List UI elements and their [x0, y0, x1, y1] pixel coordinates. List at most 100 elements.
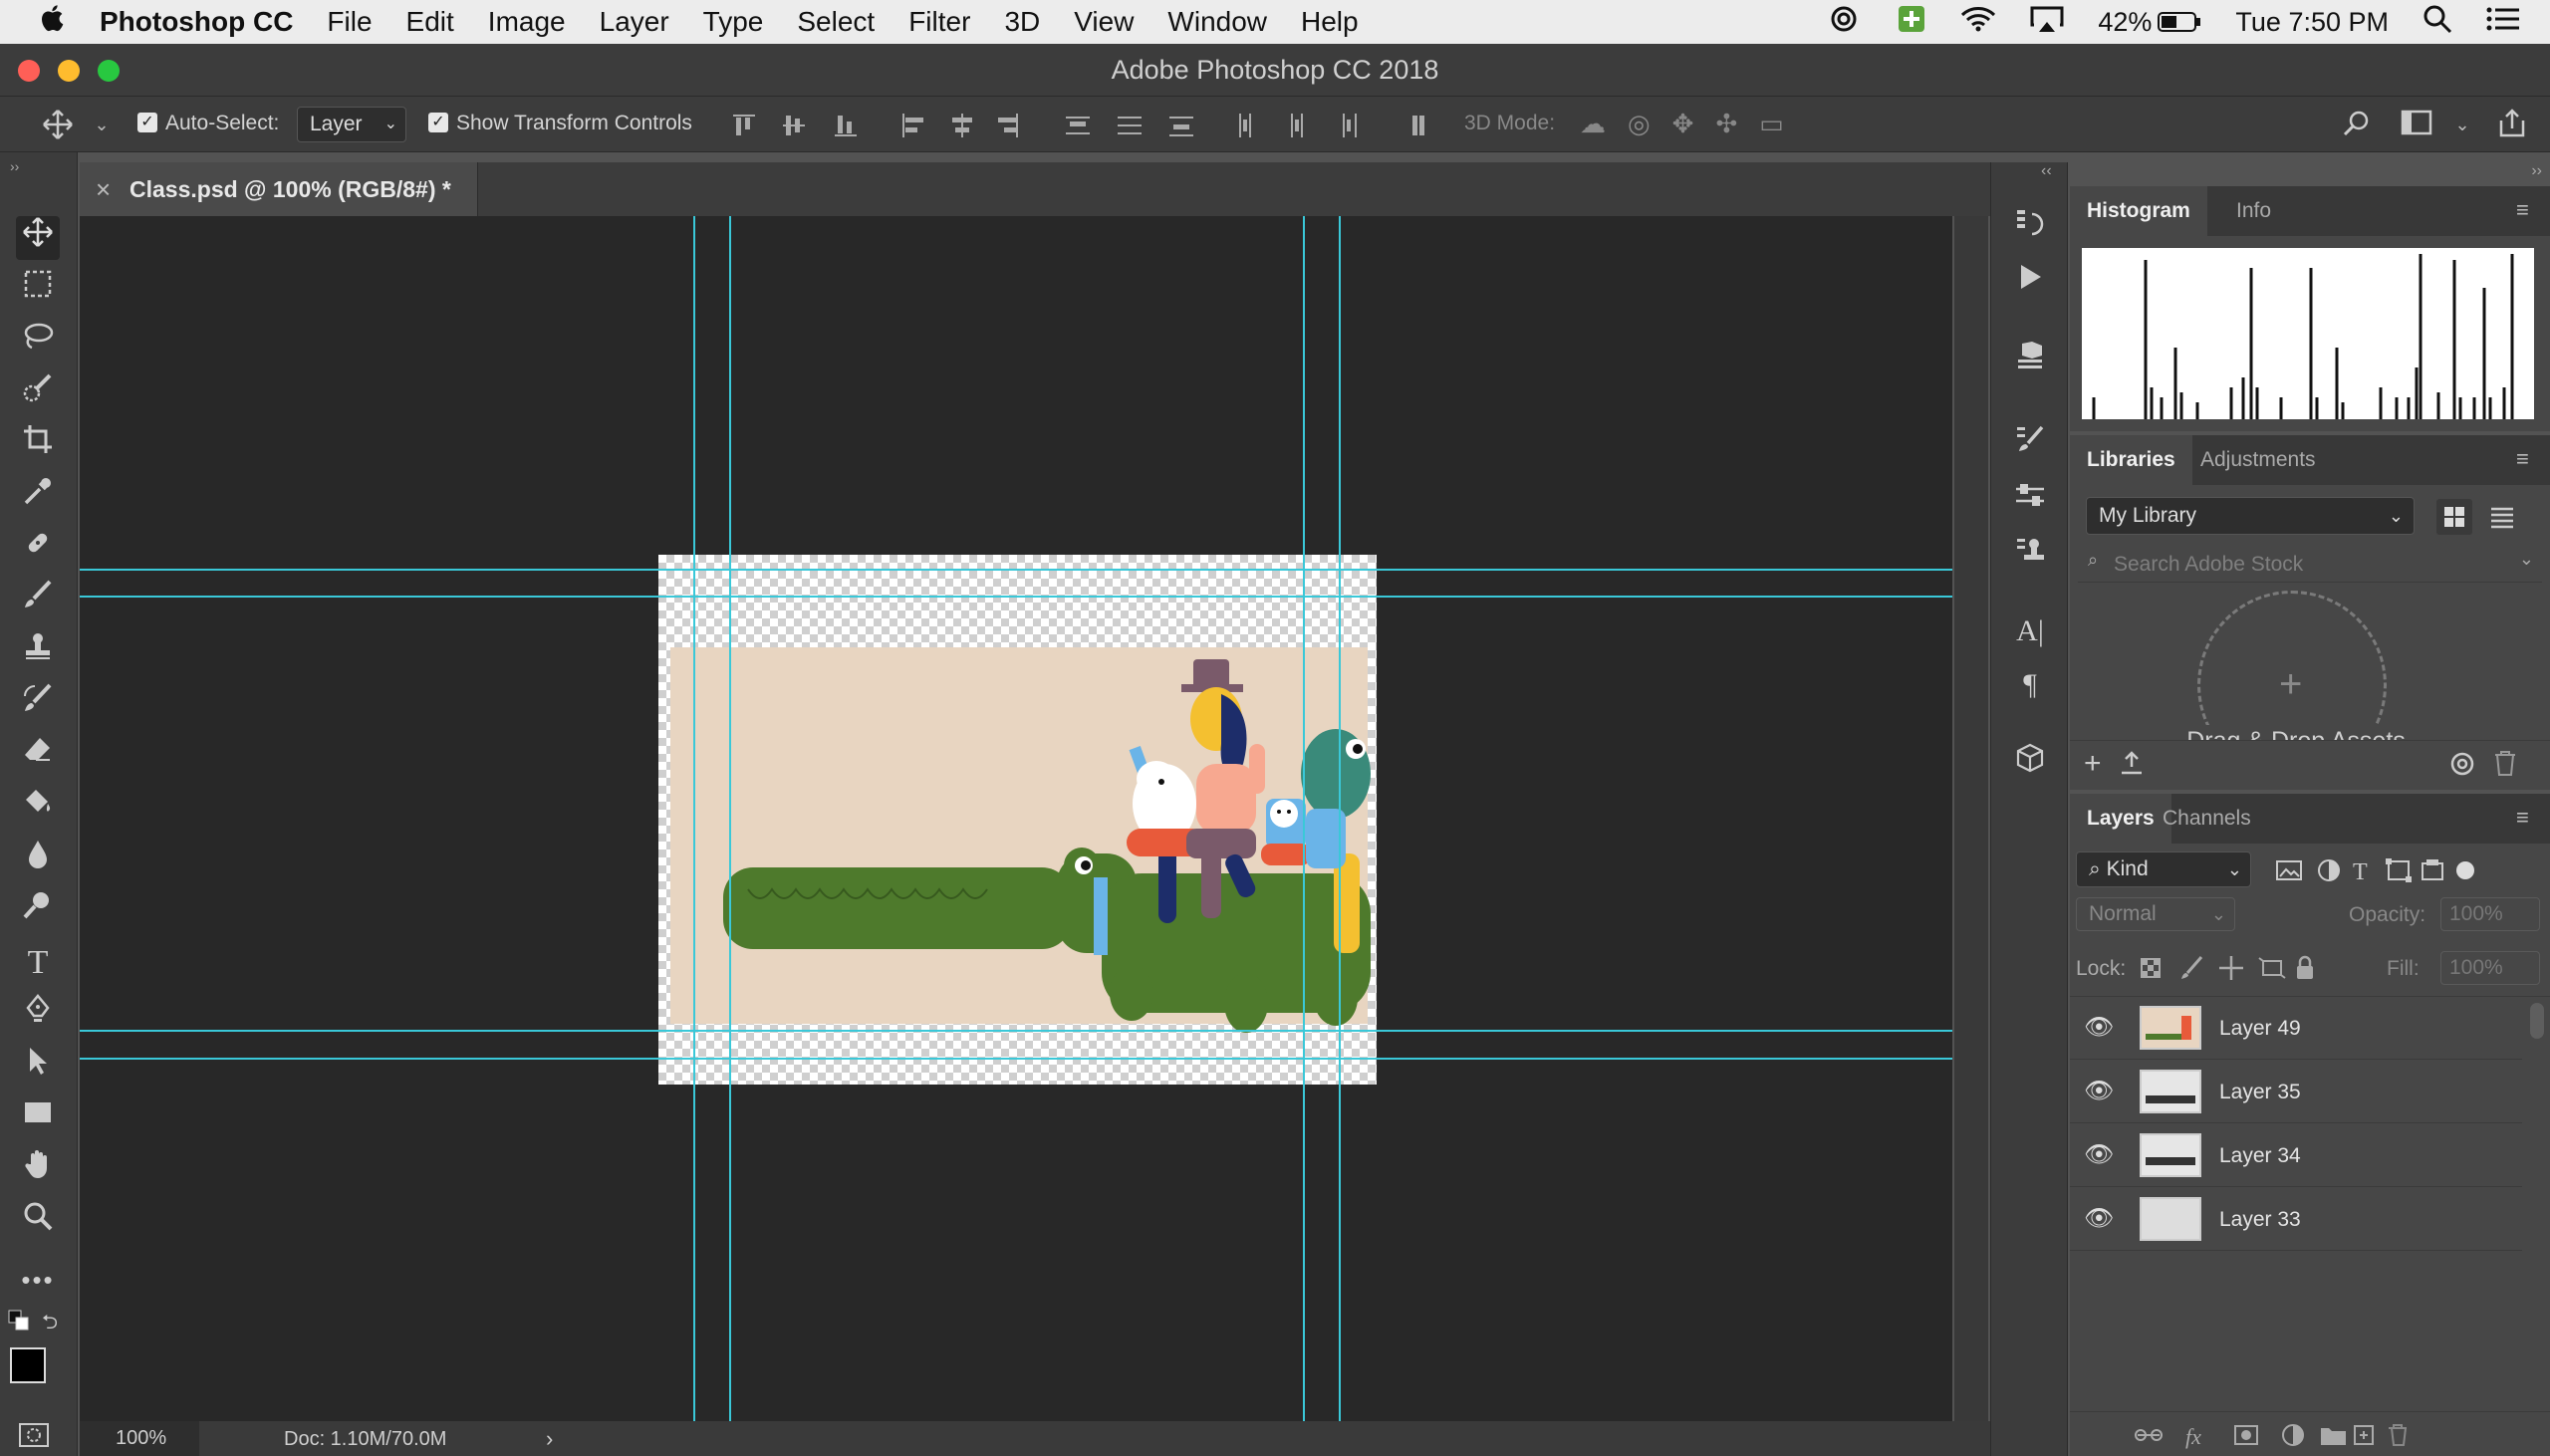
layer-row[interactable]: 👁 Layer 33 — [2070, 1188, 2522, 1251]
paint-bucket-tool-icon[interactable] — [16, 786, 60, 830]
clock[interactable]: Tue 7:50 PM — [2235, 7, 2389, 38]
layers-scrollbar[interactable] — [2524, 997, 2550, 1409]
character-panel-icon[interactable]: A| — [2009, 610, 2051, 652]
workspace-chevron-down-icon[interactable]: ⌄ — [2446, 109, 2478, 140]
move-tool-icon[interactable] — [16, 216, 60, 260]
menu-type[interactable]: Type — [703, 6, 764, 38]
creative-cloud-icon[interactable] — [1825, 6, 1863, 39]
menu-3d[interactable]: 3D — [1004, 6, 1040, 38]
close-tab-icon[interactable]: × — [96, 162, 111, 216]
menu-filter[interactable]: Filter — [908, 6, 970, 38]
hand-tool-icon[interactable] — [16, 1148, 60, 1192]
crop-tool-icon[interactable] — [16, 423, 60, 467]
menu-window[interactable]: Window — [1167, 6, 1267, 38]
guide-vertical[interactable] — [1339, 216, 1341, 1421]
notification-center-icon[interactable] — [2486, 6, 2520, 39]
swap-colors-icon[interactable]: ⮌ — [42, 1308, 66, 1334]
rectangle-tool-icon[interactable] — [16, 1096, 60, 1140]
opacity-field[interactable]: 100% — [2440, 897, 2540, 931]
3d-mode-icons[interactable]: ☁◎✥✣▭ — [1580, 109, 1829, 140]
airplay-icon[interactable] — [2030, 5, 2064, 40]
blur-tool-icon[interactable] — [16, 838, 60, 881]
pen-tool-icon[interactable] — [16, 993, 60, 1037]
visibility-eye-icon[interactable]: 👁 — [2084, 1079, 2114, 1104]
layer-row[interactable]: 👁 Layer 49 — [2070, 997, 2522, 1060]
move-tool-preset-icon[interactable] — [42, 109, 74, 140]
dodge-tool-icon[interactable] — [16, 889, 60, 933]
battery-status[interactable]: 42% — [2098, 7, 2201, 38]
history-brush-tool-icon[interactable] — [16, 682, 60, 726]
quick-select-tool-icon[interactable] — [16, 371, 60, 415]
search-icon[interactable] — [2341, 109, 2373, 140]
guide-horizontal[interactable] — [80, 596, 1952, 598]
more-tools-icon[interactable]: ••• — [16, 1258, 60, 1302]
wifi-icon[interactable] — [1960, 6, 1996, 39]
marquee-tool-icon[interactable] — [16, 268, 60, 312]
layer-row[interactable]: 👁 Layer 34 — [2070, 1124, 2522, 1187]
visibility-eye-icon[interactable]: 👁 — [2084, 1206, 2114, 1232]
healing-brush-tool-icon[interactable] — [16, 527, 60, 571]
upload-icon[interactable] — [2118, 749, 2146, 782]
add-library-icon[interactable]: + — [2084, 747, 2102, 781]
visibility-eye-icon[interactable]: 👁 — [2084, 1015, 2114, 1041]
menu-edit[interactable]: Edit — [406, 6, 454, 38]
default-colors-icon[interactable] — [8, 1310, 30, 1332]
panel-menu-icon[interactable]: ≡ — [2516, 807, 2538, 829]
library-dropdown[interactable]: My Library ⌄ — [2086, 497, 2415, 535]
menu-file[interactable]: File — [327, 6, 372, 38]
preset-chevron-down-icon[interactable]: ⌄ — [86, 109, 118, 140]
3d-panel-icon[interactable] — [2009, 340, 2051, 381]
guide-horizontal[interactable] — [80, 1058, 1952, 1060]
actions-play-icon[interactable] — [2009, 262, 2051, 304]
collapse-toolbar-icon[interactable]: ›› — [10, 158, 19, 174]
layer-row[interactable]: 👁 Layer 35 — [2070, 1061, 2522, 1123]
collapse-strip-icon[interactable]: ‹‹ — [2041, 162, 2052, 180]
apple-menu-icon[interactable] — [40, 4, 64, 40]
tab-histogram[interactable]: Histogram — [2070, 186, 2207, 236]
layer-kind-filter[interactable]: ⌕ Kind ⌄ — [2076, 851, 2251, 887]
brush-tool-icon[interactable] — [16, 579, 60, 622]
chevron-down-icon[interactable]: ⌄ — [2519, 549, 2534, 570]
clone-stamp-tool-icon[interactable] — [16, 630, 60, 674]
share-icon[interactable] — [2496, 109, 2528, 140]
app-menu[interactable]: Photoshop CC — [100, 6, 293, 38]
type-tool-icon[interactable]: T — [16, 941, 60, 985]
visibility-eye-icon[interactable]: 👁 — [2084, 1142, 2114, 1168]
grid-view-icon[interactable] — [2436, 499, 2472, 535]
brush-settings-icon[interactable] — [2009, 423, 2051, 465]
tab-libraries[interactable]: Libraries — [2070, 435, 2192, 485]
list-view-icon[interactable] — [2484, 499, 2520, 535]
minimize-window-button[interactable] — [58, 60, 80, 82]
menu-select[interactable]: Select — [797, 6, 875, 38]
menu-image[interactable]: Image — [488, 6, 566, 38]
creative-cloud-sync-icon[interactable] — [2446, 751, 2478, 782]
guide-vertical[interactable] — [1303, 216, 1305, 1421]
zoom-tool-icon[interactable] — [16, 1200, 60, 1244]
3d-cube-icon[interactable] — [2009, 742, 2051, 784]
eraser-tool-icon[interactable] — [16, 734, 60, 778]
menu-help[interactable]: Help — [1301, 6, 1359, 38]
status-menu-arrow[interactable]: › — [546, 1426, 553, 1452]
stock-search-field[interactable]: ⌕ Search Adobe Stock ⌄ — [2078, 545, 2542, 583]
path-select-tool-icon[interactable] — [16, 1045, 60, 1089]
document-tab[interactable]: × Class.psd @ 100% (RGB/8#) * — [80, 162, 478, 216]
guide-vertical[interactable] — [693, 216, 695, 1421]
layer-actions-icons[interactable]: fx — [2134, 1420, 2532, 1450]
tab-adjustments[interactable]: Adjustments — [2183, 435, 2333, 485]
quick-mask-icon[interactable] — [18, 1422, 50, 1450]
panel-menu-icon[interactable]: ≡ — [2516, 448, 2538, 470]
lasso-tool-icon[interactable] — [16, 320, 60, 364]
tab-channels[interactable]: Channels — [2146, 794, 2268, 844]
guide-horizontal[interactable] — [80, 1030, 1952, 1032]
panel-menu-icon[interactable]: ≡ — [2516, 199, 2538, 221]
document-canvas[interactable] — [658, 555, 1377, 1085]
tab-info[interactable]: Info — [2219, 186, 2288, 236]
lock-icons[interactable] — [2140, 953, 2319, 983]
delete-library-icon[interactable] — [2492, 749, 2518, 782]
close-window-button[interactable] — [18, 60, 40, 82]
guide-vertical[interactable] — [729, 216, 731, 1421]
zoom-level-field[interactable]: 100% — [80, 1421, 199, 1456]
collapse-panels-icon[interactable]: ›› — [2531, 162, 2542, 180]
menu-view[interactable]: View — [1074, 6, 1134, 38]
history-panel-icon[interactable] — [2009, 206, 2051, 248]
